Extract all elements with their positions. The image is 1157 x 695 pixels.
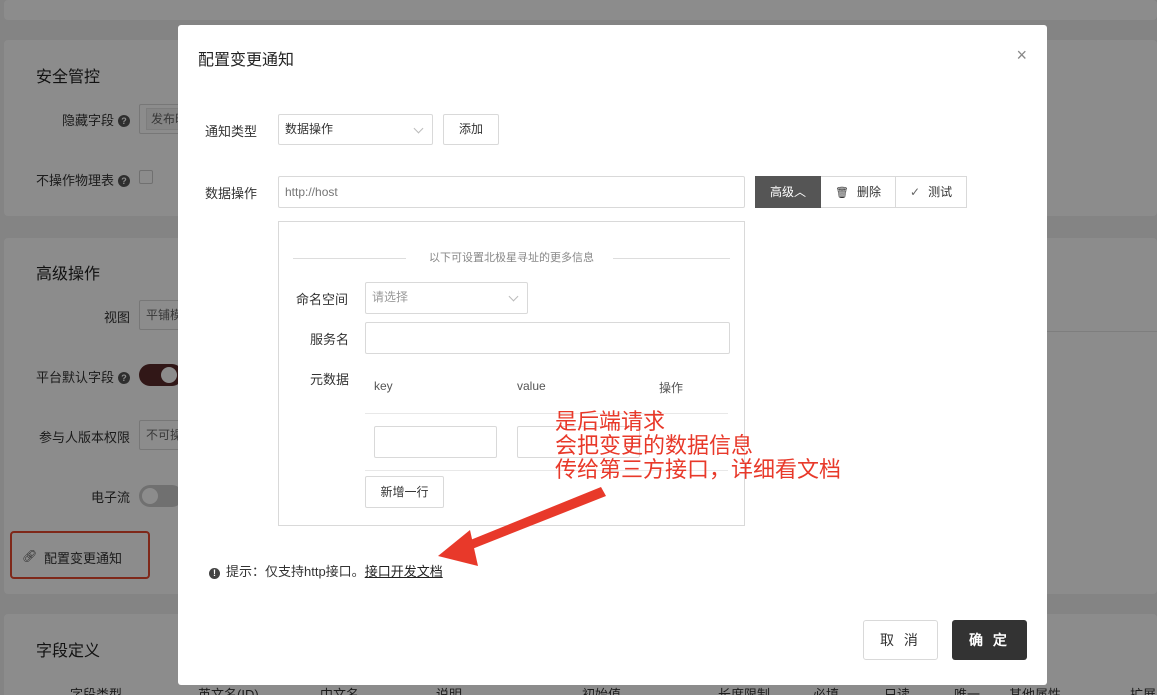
metadata-label: 元数据 [310,372,350,387]
panel-divider: 以下可设置北极星寻址的更多信息 [293,250,730,266]
check-icon: ✓ [910,185,921,199]
namespace-placeholder: 请选择 [372,290,409,304]
exclamation-circle-icon: ! [209,568,220,579]
notify-type-label: 通知类型 [205,124,258,139]
test-button[interactable]: ✓ 测试 [896,176,968,208]
data-op-label: 数据操作 [205,186,258,201]
hint-prefix: 提示：仅支持http接口。 [226,564,365,579]
divider-text: 以下可设置北极星寻址的更多信息 [429,252,594,264]
notify-config-modal: 配置变更通知 × 通知类型 数据操作 添加 数据操作 高级︿ 🗑︎删除 ✓测试 … [178,25,1047,685]
advanced-button[interactable]: 高级︿ [755,176,822,208]
annotation-line: 会把变更的数据信息 [555,433,754,458]
chevron-up-icon: ︿ [794,185,807,199]
cancel-button[interactable]: 取 消 [863,620,938,660]
col-value: value [517,379,546,393]
advanced-button-label: 高级 [770,185,795,199]
close-icon[interactable]: × [1016,45,1027,65]
delete-button[interactable]: 🗑︎ 删除 [821,176,897,208]
hint-text: ! 提示：仅支持http接口。接口开发文档 [209,561,443,580]
trash-icon: 🗑︎ [835,187,849,199]
test-button-label: 测试 [928,185,953,199]
add-row-button[interactable]: 新增一行 [365,476,444,508]
add-button[interactable]: 添加 [443,114,499,145]
service-input[interactable] [365,322,730,354]
col-key: key [374,379,393,393]
namespace-select[interactable]: 请选择 [365,282,528,314]
metadata-key-input[interactable] [374,426,497,458]
namespace-label: 命名空间 [296,292,349,307]
ok-button[interactable]: 确 定 [952,620,1027,660]
api-doc-link[interactable]: 接口开发文档 [365,564,443,579]
annotation-line: 传给第三方接口，详细看文档 [555,457,842,482]
modal-title: 配置变更通知 [198,52,295,69]
service-label: 服务名 [310,332,350,347]
chevron-down-icon [508,291,519,302]
url-action-group: 高级︿ 🗑︎ 删除 ✓ 测试 [755,176,968,208]
annotation-line: 是后端请求 [555,409,666,434]
notify-type-select[interactable]: 数据操作 [278,114,433,145]
url-input[interactable] [278,176,745,208]
notify-type-value: 数据操作 [285,122,334,136]
delete-button-label: 删除 [857,185,882,199]
col-action: 操作 [659,381,684,395]
chevron-down-icon [413,123,424,134]
annotation-text: 是后端请求 会把变更的数据信息 传给第三方接口，详细看文档 [555,410,841,482]
